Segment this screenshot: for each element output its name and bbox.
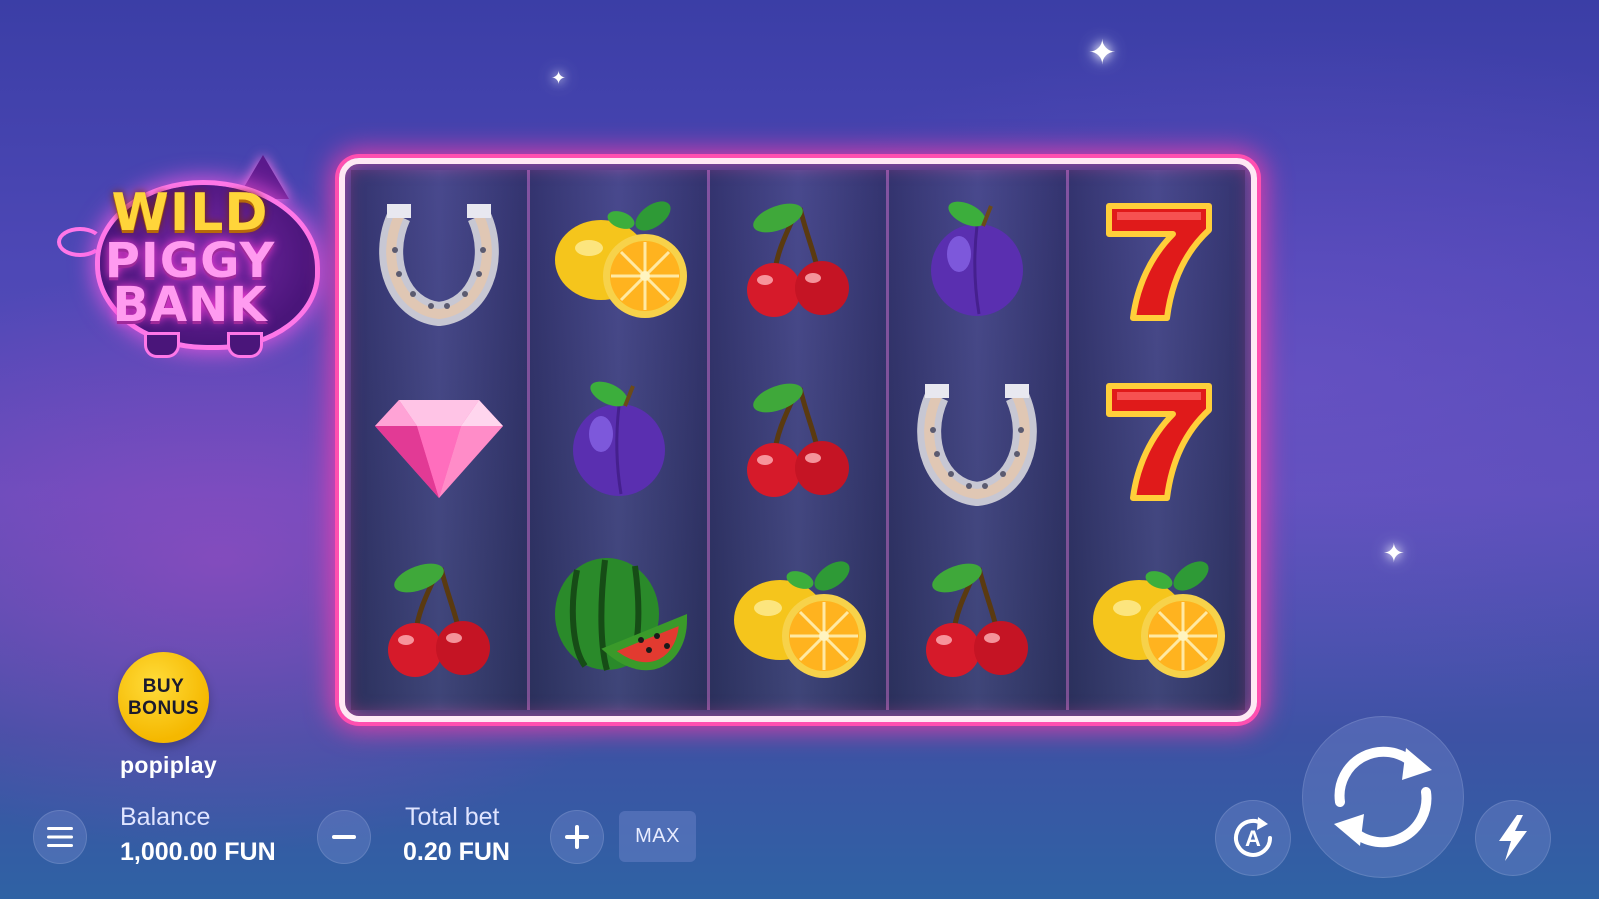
sparkle-star: ✦ <box>1088 33 1117 73</box>
logo-leg <box>230 335 260 355</box>
reel-cell <box>710 530 886 710</box>
spin-icon <box>1334 746 1432 848</box>
autoplay-button[interactable]: A <box>1215 800 1291 876</box>
autoplay-icon: A <box>1234 817 1272 857</box>
reel-cell <box>1069 530 1245 710</box>
reel-cell <box>710 170 886 350</box>
reel-cell <box>1069 170 1245 350</box>
lemon-symbol-icon <box>1087 550 1227 690</box>
seven-symbol-icon <box>1087 190 1227 330</box>
reel-cell <box>1069 350 1245 530</box>
reel-cell <box>351 170 527 350</box>
spin-button[interactable] <box>1302 716 1464 878</box>
minus-icon <box>332 835 356 839</box>
cherry-symbol-icon <box>369 550 509 690</box>
cherry-symbol-icon <box>728 370 868 510</box>
total-bet-value: 0.20 FUN <box>403 838 510 866</box>
cherry-symbol-icon <box>728 190 868 330</box>
buy-bonus-label: BUY <box>142 675 185 697</box>
reel-column-5 <box>1065 170 1246 710</box>
seven-symbol-icon <box>1087 370 1227 510</box>
plum-symbol-icon <box>907 190 1047 330</box>
lightning-icon <box>1499 815 1527 861</box>
buy-bonus-label: BONUS <box>127 697 200 719</box>
reel-cell <box>351 350 527 530</box>
reel-cell <box>530 170 706 350</box>
watermelon-symbol-icon <box>549 550 689 690</box>
horseshoe-symbol-icon <box>907 370 1047 510</box>
buy-bonus-button[interactable]: BUY BONUS <box>118 652 209 743</box>
lemon-symbol-icon <box>549 190 689 330</box>
logo-bank-text: BANK <box>112 277 268 333</box>
sparkle-star: ✦ <box>551 68 567 89</box>
game-logo: WILD PIGGY BANK <box>55 145 325 360</box>
reel-cell <box>889 530 1065 710</box>
autoplay-letter: A <box>1245 826 1261 851</box>
reel-cell <box>351 530 527 710</box>
logo-leg <box>147 335 177 355</box>
max-bet-button[interactable]: MAX <box>619 811 696 862</box>
reel-column-2 <box>527 170 708 710</box>
reel-column-4 <box>886 170 1067 710</box>
reel-cell <box>889 350 1065 530</box>
reel-cell <box>530 530 706 710</box>
provider-logo: popiplay <box>120 752 217 778</box>
increase-bet-button[interactable] <box>550 810 604 864</box>
decrease-bet-button[interactable] <box>317 810 371 864</box>
sparkle-star: ✦ <box>1383 539 1405 569</box>
balance-value: 1,000.00 FUN <box>120 838 276 866</box>
reel-column-3 <box>706 170 887 710</box>
reel-grid <box>339 158 1257 722</box>
plum-symbol-icon <box>549 370 689 510</box>
menu-button[interactable] <box>33 810 87 864</box>
diamond-symbol-icon <box>369 370 509 510</box>
turbo-button[interactable] <box>1475 800 1551 876</box>
cherry-symbol-icon <box>907 550 1047 690</box>
plus-icon <box>565 825 589 849</box>
reel-cell <box>710 350 886 530</box>
horseshoe-symbol-icon <box>369 190 509 330</box>
total-bet-label: Total bet <box>405 803 500 831</box>
reel-cell <box>530 350 706 530</box>
hamburger-icon <box>47 827 73 847</box>
reel-cell <box>889 170 1065 350</box>
lemon-symbol-icon <box>728 550 868 690</box>
balance-label: Balance <box>120 803 211 831</box>
reel-column-1 <box>351 170 528 710</box>
